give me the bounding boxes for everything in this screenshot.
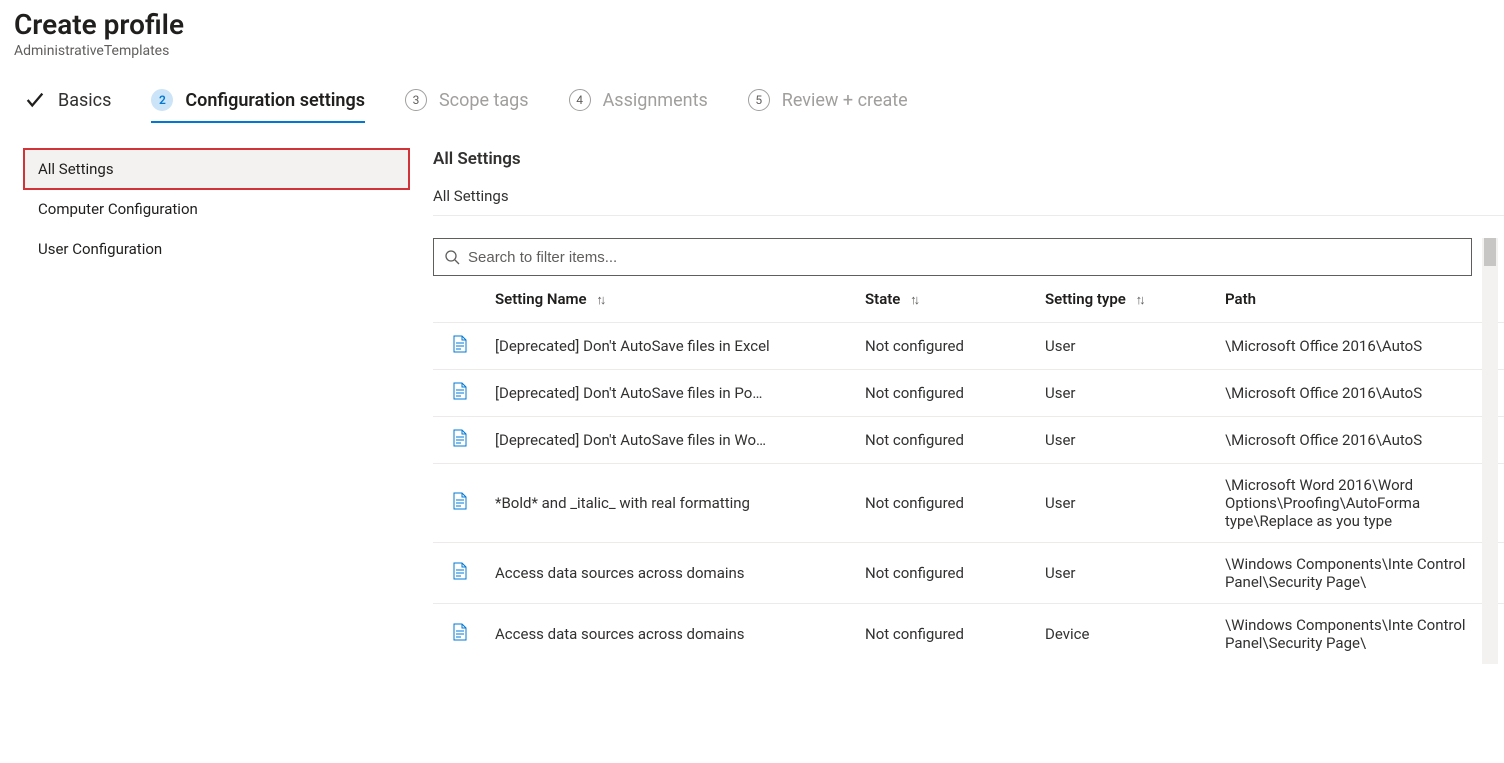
cell-path: \Windows Components\Inte Control Panel\S… bbox=[1217, 543, 1504, 604]
wizard-step-label: Configuration settings bbox=[185, 90, 365, 111]
table-row[interactable]: [Deprecated] Don't AutoSave files in Wo…… bbox=[433, 417, 1504, 464]
wizard-steps: Basics 2 Configuration settings 3 Scope … bbox=[14, 85, 1504, 123]
wizard-step-label: Scope tags bbox=[439, 90, 529, 111]
page-subtitle: AdministrativeTemplates bbox=[14, 43, 1504, 59]
sort-icon: ↑↓ bbox=[910, 293, 917, 308]
step-number-icon: 2 bbox=[151, 89, 173, 111]
column-header-state[interactable]: State ↑↓ bbox=[857, 276, 1037, 323]
cell-state: Not configured bbox=[857, 604, 1037, 665]
cell-path: \Microsoft Office 2016\AutoS bbox=[1217, 323, 1504, 370]
cell-state: Not configured bbox=[857, 417, 1037, 464]
wizard-step-label: Assignments bbox=[603, 90, 708, 111]
column-header-name[interactable]: Setting Name ↑↓ bbox=[487, 276, 857, 323]
cell-setting-name: [Deprecated] Don't AutoSave files in Wo… bbox=[487, 417, 857, 464]
search-icon bbox=[444, 249, 460, 265]
cell-path: \Microsoft Office 2016\AutoS bbox=[1217, 370, 1504, 417]
sidebar-item-computer-configuration[interactable]: Computer Configuration bbox=[24, 189, 409, 229]
cell-path: \Microsoft Office 2016\AutoS bbox=[1217, 417, 1504, 464]
cell-setting-type: User bbox=[1037, 543, 1217, 604]
cell-path: \Microsoft Word 2016\Word Options\Proofi… bbox=[1217, 464, 1504, 543]
page-title: Create profile bbox=[14, 8, 1504, 41]
document-icon bbox=[433, 604, 487, 665]
cell-setting-type: Device bbox=[1037, 604, 1217, 665]
sort-icon: ↑↓ bbox=[1136, 293, 1143, 308]
table-row[interactable]: Access data sources across domainsNot co… bbox=[433, 604, 1504, 665]
column-header-path[interactable]: Path bbox=[1217, 276, 1504, 323]
wizard-step-label: Review + create bbox=[782, 90, 908, 111]
cell-setting-name: *Bold* and _italic_ with real formatting bbox=[487, 464, 857, 543]
settings-table: Setting Name ↑↓ State ↑↓ Setting type ↑↓ bbox=[433, 276, 1504, 664]
check-icon bbox=[24, 89, 46, 111]
document-icon bbox=[433, 417, 487, 464]
content-title: All Settings bbox=[433, 149, 1504, 169]
step-number-icon: 5 bbox=[748, 89, 770, 111]
column-header-type[interactable]: Setting type ↑↓ bbox=[1037, 276, 1217, 323]
sidebar-item-label: Computer Configuration bbox=[38, 200, 198, 218]
cell-state: Not configured bbox=[857, 323, 1037, 370]
cell-setting-type: User bbox=[1037, 323, 1217, 370]
wizard-step-assignments[interactable]: 4 Assignments bbox=[569, 85, 708, 123]
scrollbar-thumb[interactable] bbox=[1484, 238, 1496, 266]
cell-setting-name: Access data sources across domains bbox=[487, 543, 857, 604]
document-icon bbox=[433, 370, 487, 417]
sidebar-item-label: User Configuration bbox=[38, 240, 162, 258]
wizard-step-scope-tags[interactable]: 3 Scope tags bbox=[405, 85, 529, 123]
wizard-step-basics[interactable]: Basics bbox=[24, 85, 111, 123]
cell-setting-name: Access data sources across domains bbox=[487, 604, 857, 665]
cell-setting-name: [Deprecated] Don't AutoSave files in Po… bbox=[487, 370, 857, 417]
column-header-label: Path bbox=[1225, 290, 1256, 308]
wizard-step-configuration-settings[interactable]: 2 Configuration settings bbox=[151, 85, 365, 123]
step-number-icon: 3 bbox=[405, 89, 427, 111]
cell-setting-type: User bbox=[1037, 417, 1217, 464]
column-header-label: Setting Name bbox=[495, 290, 587, 308]
step-number-icon: 4 bbox=[569, 89, 591, 111]
sidebar-item-all-settings[interactable]: All Settings bbox=[24, 149, 409, 189]
sidebar-item-user-configuration[interactable]: User Configuration bbox=[24, 229, 409, 269]
cell-path: \Windows Components\Inte Control Panel\S… bbox=[1217, 604, 1504, 665]
table-row[interactable]: [Deprecated] Don't AutoSave files in Exc… bbox=[433, 323, 1504, 370]
column-header-label: Setting type bbox=[1045, 290, 1126, 308]
table-row[interactable]: [Deprecated] Don't AutoSave files in Po…… bbox=[433, 370, 1504, 417]
search-input[interactable] bbox=[468, 249, 1461, 266]
table-row[interactable]: Access data sources across domainsNot co… bbox=[433, 543, 1504, 604]
scrollbar[interactable] bbox=[1482, 238, 1498, 664]
sort-icon: ↑↓ bbox=[596, 293, 603, 308]
document-icon bbox=[433, 543, 487, 604]
column-header-label: State bbox=[865, 290, 900, 308]
wizard-step-review-create[interactable]: 5 Review + create bbox=[748, 85, 908, 123]
search-box[interactable] bbox=[433, 238, 1472, 276]
document-icon bbox=[433, 323, 487, 370]
table-row[interactable]: *Bold* and _italic_ with real formatting… bbox=[433, 464, 1504, 543]
sidebar-item-label: All Settings bbox=[38, 160, 114, 178]
cell-setting-type: User bbox=[1037, 464, 1217, 543]
cell-state: Not configured bbox=[857, 370, 1037, 417]
breadcrumb: All Settings bbox=[433, 187, 1504, 205]
document-icon bbox=[433, 464, 487, 543]
cell-setting-type: User bbox=[1037, 370, 1217, 417]
wizard-step-label: Basics bbox=[58, 90, 111, 111]
cell-state: Not configured bbox=[857, 543, 1037, 604]
divider bbox=[433, 215, 1504, 216]
settings-tree: All Settings Computer Configuration User… bbox=[14, 149, 409, 664]
cell-state: Not configured bbox=[857, 464, 1037, 543]
cell-setting-name: [Deprecated] Don't AutoSave files in Exc… bbox=[487, 323, 857, 370]
